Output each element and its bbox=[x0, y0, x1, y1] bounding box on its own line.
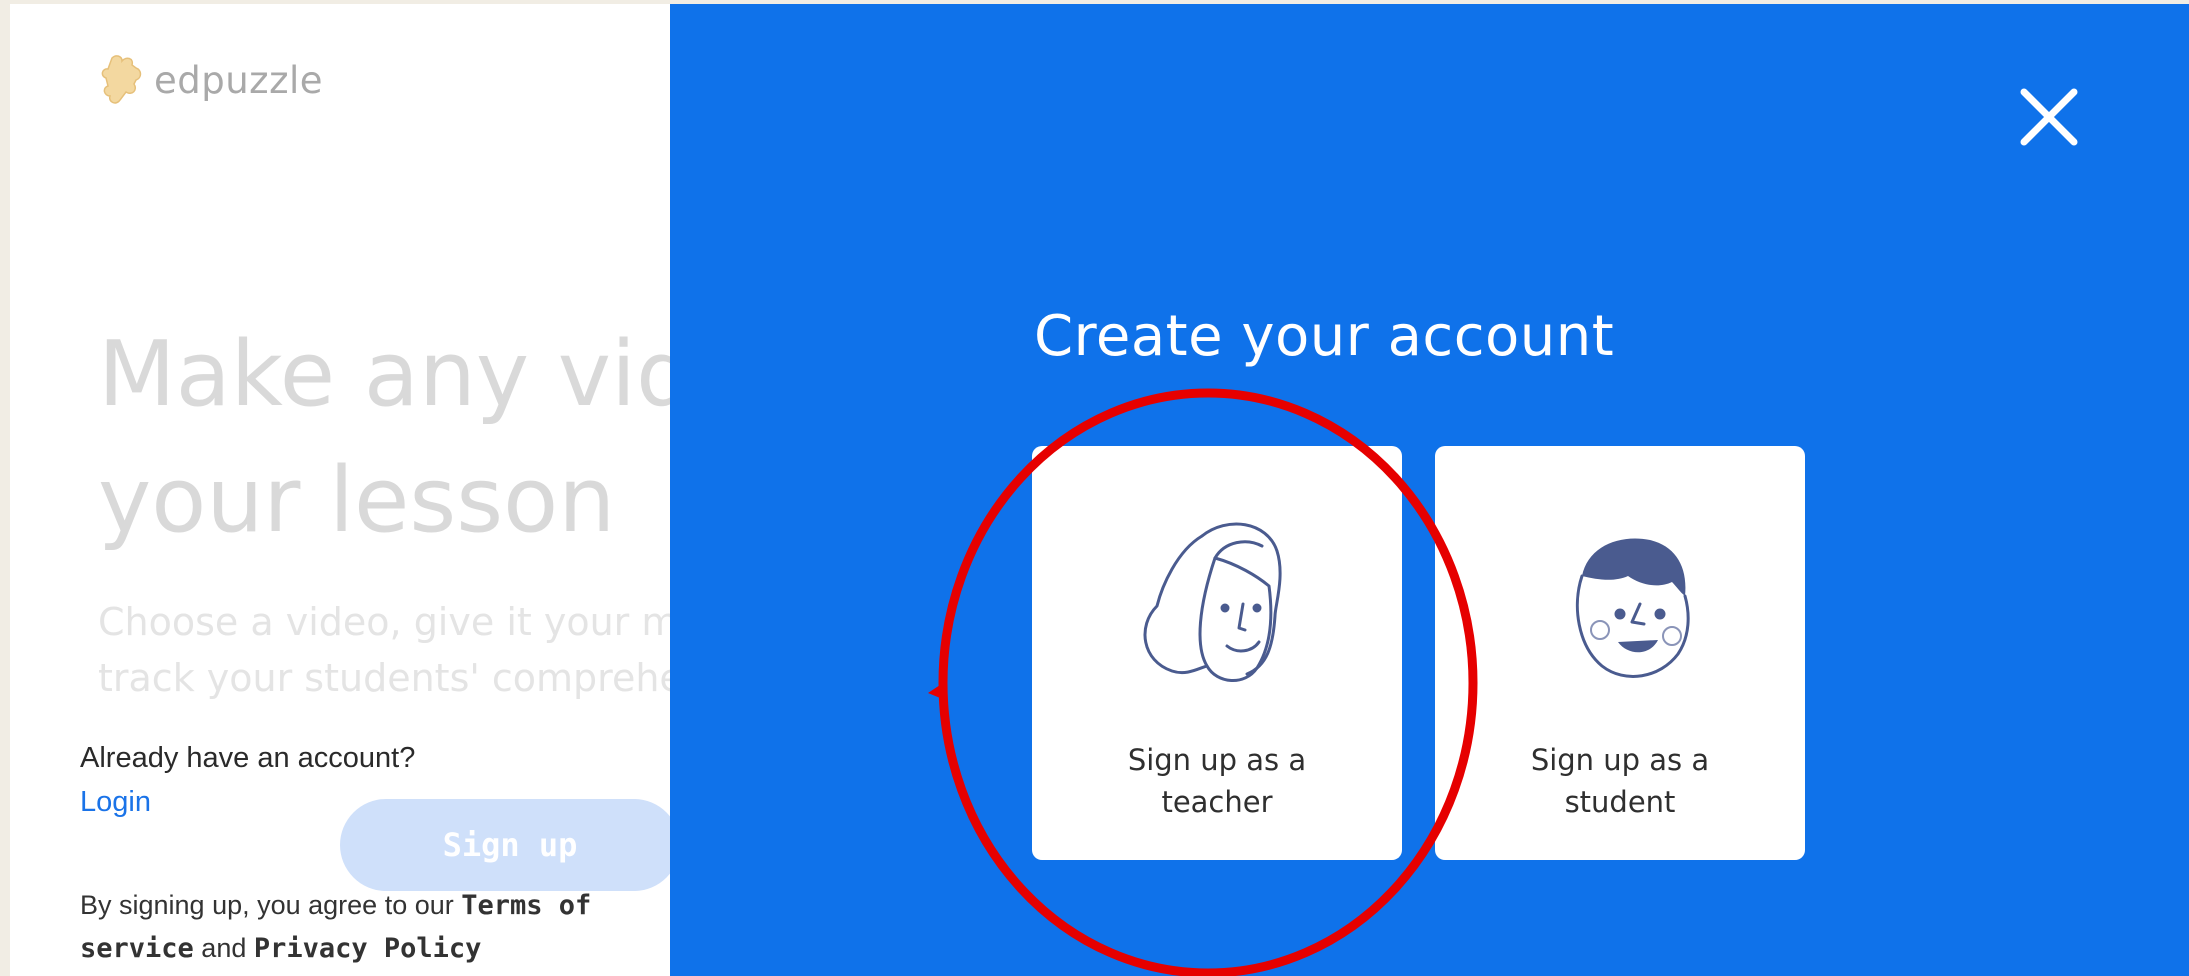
modal-title: Create your account bbox=[1034, 304, 1615, 369]
puzzle-piece-icon bbox=[101, 55, 142, 104]
student-face-icon bbox=[1575, 538, 1690, 678]
sign-up-teacher-card[interactable]: Sign up as a teacher bbox=[1032, 446, 1402, 860]
terms-conjunction: and bbox=[193, 933, 254, 963]
close-icon[interactable] bbox=[2014, 82, 2084, 152]
terms-prefix: By signing up, you agree to our bbox=[80, 890, 462, 920]
sign-up-button[interactable]: Sign up bbox=[340, 799, 680, 891]
privacy-policy-link[interactable]: Privacy Policy bbox=[254, 933, 482, 964]
login-link[interactable]: Login bbox=[80, 786, 151, 819]
student-card-label: Sign up as a student bbox=[1530, 743, 1710, 819]
logo-text: edpuzzle bbox=[154, 58, 324, 102]
teacher-card-label: Sign up as a teacher bbox=[1127, 743, 1307, 819]
sign-up-student-card[interactable]: Sign up as a student bbox=[1435, 446, 1805, 860]
app-screen: edpuzzle Make any video your lesson Choo… bbox=[10, 4, 2189, 976]
already-have-account-text: Already have an account? bbox=[80, 742, 416, 774]
teacher-face-icon bbox=[1143, 522, 1282, 682]
edpuzzle-logo[interactable]: edpuzzle bbox=[98, 52, 323, 108]
create-account-modal: Create your account Sign up as a teacher… bbox=[670, 4, 2189, 976]
terms-notice: By signing up, you agree to our Terms of… bbox=[80, 884, 640, 970]
